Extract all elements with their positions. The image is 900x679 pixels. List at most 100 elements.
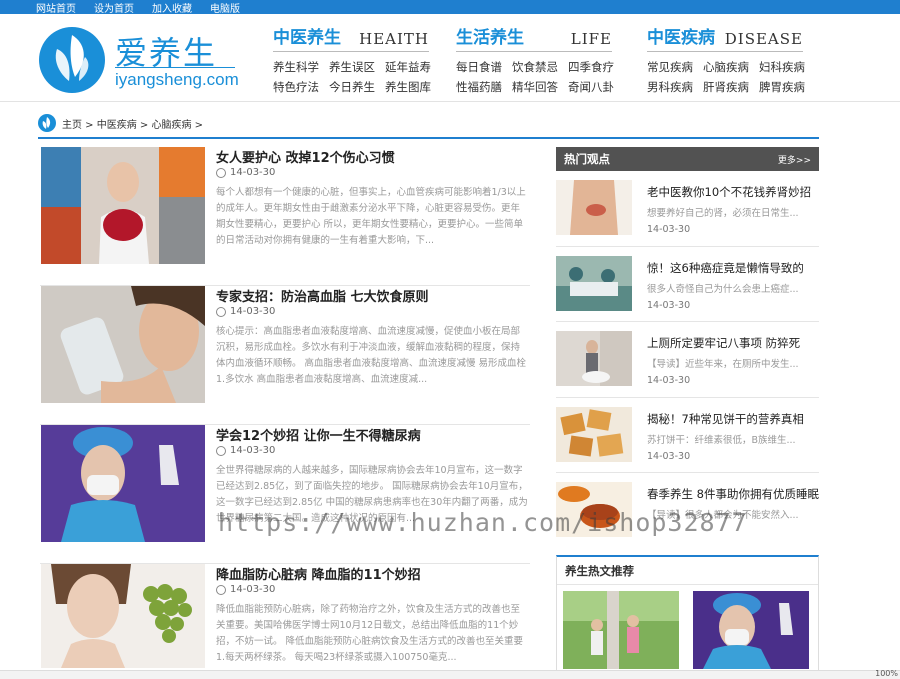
nav-link[interactable]: 每日食谱 (456, 59, 502, 75)
hot-date: 14-03-30 (647, 224, 691, 235)
logo-text-en: iyangsheng.com (115, 70, 239, 89)
article-thumbnail[interactable] (41, 286, 205, 403)
nav-group-tcm-disease: 中医疾病 DISEASE 常见疾病 心脑疾病 妇科疾病 男科疾病 肝肾疾病 脾胃… (647, 23, 805, 95)
article-thumbnail[interactable] (41, 147, 205, 264)
desktop-version-link[interactable]: 电脑版 (210, 0, 240, 15)
hot-summary: 很多人奇怪自己为什么会患上癌症... (647, 283, 799, 295)
hot-date: 14-03-30 (647, 375, 691, 386)
hot-title[interactable]: 上厕所定要牢记八事项 防猝死 (647, 335, 800, 351)
nav-link[interactable]: 肝肾疾病 (703, 79, 749, 95)
breadcrumb: 主页 > 中医疾病 > 心脑疾病 > (38, 113, 203, 133)
article-title[interactable]: 学会12个妙招 让你一生不得糖尿病 (216, 425, 421, 444)
nav-link[interactable]: 精华回答 (512, 79, 558, 95)
nav-link[interactable]: 奇闻八卦 (568, 79, 614, 95)
hot-date: 14-03-30 (647, 299, 691, 311)
clock-icon (216, 584, 226, 595)
list-item[interactable]: 学会12个妙招 让你一生不得糖尿病 14-03-30 全世界得糖尿病的人越来越多… (40, 425, 530, 564)
article-date: 14-03-30 (216, 306, 275, 317)
hot-thumbnail[interactable] (556, 255, 632, 311)
list-item[interactable]: 揭秘！7种常见饼干的营养真相 苏打饼干：纤维素很低，B族维生... 14-03-… (556, 398, 819, 473)
article-date-text: 14-03-30 (230, 584, 276, 595)
nav-link[interactable]: 今日养生 (329, 79, 375, 95)
browser-status-bar: 100% (0, 669, 900, 679)
hot-title[interactable]: 揭秘！7种常见饼干的营养真相 (647, 411, 804, 427)
nav-link[interactable]: 延年益寿 (385, 59, 431, 75)
nav-link[interactable]: 男科疾病 (647, 79, 693, 95)
hot-title[interactable]: 老中医教你10个不花钱养肾妙招 (647, 184, 811, 200)
nav-link[interactable]: 妇科疾病 (759, 59, 805, 75)
clock-icon (216, 445, 226, 456)
clock-icon (216, 167, 226, 178)
article-date: 14-03-30 (216, 445, 275, 456)
article-title[interactable]: 专家支招：防治高血脂 七大饮食原则 (216, 286, 429, 305)
article-title[interactable]: 女人要护心 改掉12个伤心习惯 (216, 147, 395, 166)
article-date-text: 14-03-30 (230, 445, 276, 456)
article-thumbnail[interactable] (41, 564, 205, 668)
nav-link[interactable]: 四季食疗 (568, 59, 614, 75)
hot-date: 14-03-30 (647, 450, 691, 462)
hot-thumbnail[interactable] (556, 180, 632, 235)
hot-topics-panel: 热门观点 更多>> 老中医教你10个不花钱养肾妙招 想要养好自己的肾，必须在日常… (556, 147, 819, 549)
nav-link[interactable]: 常见疾病 (647, 59, 693, 75)
nav-link[interactable]: 心脑疾病 (703, 59, 749, 75)
nav-group-life-health: 生活养生 LIFE 每日食谱 饮食禁忌 四季食疗 性福药膳 精华回答 奇闻八卦 (456, 23, 614, 95)
list-item[interactable]: 老中医教你10个不花钱养肾妙招 想要养好自己的肾，必须在日常生... 14-03… (556, 171, 819, 247)
article-summary: 每个人都想有一个健康的心脏，但事实上，心血管疾病可能影响着1/3以上的成年人。更… (216, 187, 526, 246)
article-date: 14-03-30 (216, 167, 275, 178)
nav-link[interactable]: 特色疗法 (273, 79, 319, 95)
hot-thumbnail[interactable] (556, 406, 632, 462)
nav-link[interactable]: 养生科学 (273, 59, 319, 75)
hot-summary: 想要养好自己的肾，必须在日常生... (647, 208, 799, 219)
list-item[interactable]: 女人要护心 改掉12个伤心习惯 14-03-30 每个人都想有一个健康的心脏，但… (40, 147, 530, 286)
nav-category-en: HEAITH (359, 30, 429, 48)
set-homepage-link[interactable]: 设为首页 (94, 0, 134, 15)
nav-category-cn[interactable]: 中医养生 (273, 23, 341, 48)
list-item[interactable]: 降血脂防心脏病 降血脂的11个妙招 14-03-30 降低血脂能预防心脏病，除了… (40, 564, 530, 679)
breadcrumb-path[interactable]: 主页 > 中医疾病 > 心脑疾病 > (62, 116, 203, 131)
article-date-text: 14-03-30 (230, 306, 276, 317)
nav-category-cn[interactable]: 生活养生 (456, 23, 524, 48)
nav-category-cn[interactable]: 中医疾病 (647, 23, 715, 48)
hot-title[interactable]: 惊！这6种癌症竟是懒惰导致的 (647, 260, 804, 276)
list-item[interactable]: 专家支招：防治高血脂 七大饮食原则 14-03-30 核心提示：高血脂患者血液黏… (40, 286, 530, 425)
article-list: 女人要护心 改掉12个伤心习惯 14-03-30 每个人都想有一个健康的心脏，但… (40, 147, 530, 679)
nav-link[interactable]: 养生图库 (385, 79, 431, 95)
logo-divider (115, 67, 235, 68)
nav-category-en: DISEASE (724, 30, 803, 48)
article-date-text: 14-03-30 (230, 167, 276, 178)
hot-summary: 苏打饼干：纤维素很低，B族维生... (647, 434, 796, 446)
breadcrumb-divider (38, 137, 819, 139)
article-thumbnail[interactable] (41, 425, 205, 542)
list-item[interactable]: 上厕所定要牢记八事项 防猝死 【导读】近些年来，在厕所中发生... 14-03-… (556, 322, 819, 398)
nav-group-tcm-health: 中医养生 HEAITH 养生科学 养生误区 延年益寿 特色疗法 今日养生 养生图… (273, 23, 431, 95)
article-title[interactable]: 降血脂防心脏病 降血脂的11个妙招 (216, 564, 421, 583)
hot-title[interactable]: 春季养生 8件事助你拥有优质睡眠 (647, 486, 819, 502)
hot-thumbnail[interactable] (556, 331, 632, 386)
panel-title: 热门观点 (564, 152, 610, 166)
nav-link[interactable]: 饮食禁忌 (512, 59, 558, 75)
recommend-panel: 养生热文推荐 (556, 555, 819, 679)
nav-category-en: LIFE (570, 30, 612, 48)
nav-link[interactable]: 脾胃疾病 (759, 79, 805, 95)
hot-summary: 【导读】近些年来，在厕所中发生... (647, 359, 799, 370)
panel-title: 养生热文推荐 (557, 557, 818, 585)
leaf-logo-icon (39, 27, 105, 93)
more-link[interactable]: 更多>> (778, 153, 811, 166)
article-summary: 降低血脂能预防心脏病，除了药物治疗之外，饮食及生活方式的改善也至关重要。美国哈佛… (216, 604, 524, 663)
recommend-thumbnail[interactable] (563, 591, 679, 669)
article-summary: 核心提示：高血脂患者血液黏度增高、血流速度减慢，促使血小板在局部沉积，易形成血栓… (216, 326, 527, 385)
leaf-logo-icon (38, 114, 56, 132)
list-item[interactable]: 惊！这6种癌症竟是懒惰导致的 很多人奇怪自己为什么会患上癌症... 14-03-… (556, 247, 819, 322)
clock-icon (216, 306, 226, 317)
home-link[interactable]: 网站首页 (36, 0, 76, 15)
site-header: 爱养生 iyangsheng.com 中医养生 HEAITH 养生科学 养生误区… (0, 14, 900, 102)
recommend-thumbnail[interactable] (693, 591, 809, 669)
zoom-level[interactable]: 100% (875, 669, 898, 678)
nav-link[interactable]: 养生误区 (329, 59, 375, 75)
nav-link[interactable]: 性福药膳 (456, 79, 502, 95)
site-logo[interactable]: 爱养生 iyangsheng.com (39, 26, 239, 98)
article-date: 14-03-30 (216, 584, 275, 595)
watermark-text: https://www.huzhan.com/ishop32877 (218, 508, 748, 537)
add-favorite-link[interactable]: 加入收藏 (152, 0, 192, 15)
top-bar: 网站首页 设为首页 加入收藏 电脑版 (0, 0, 900, 15)
